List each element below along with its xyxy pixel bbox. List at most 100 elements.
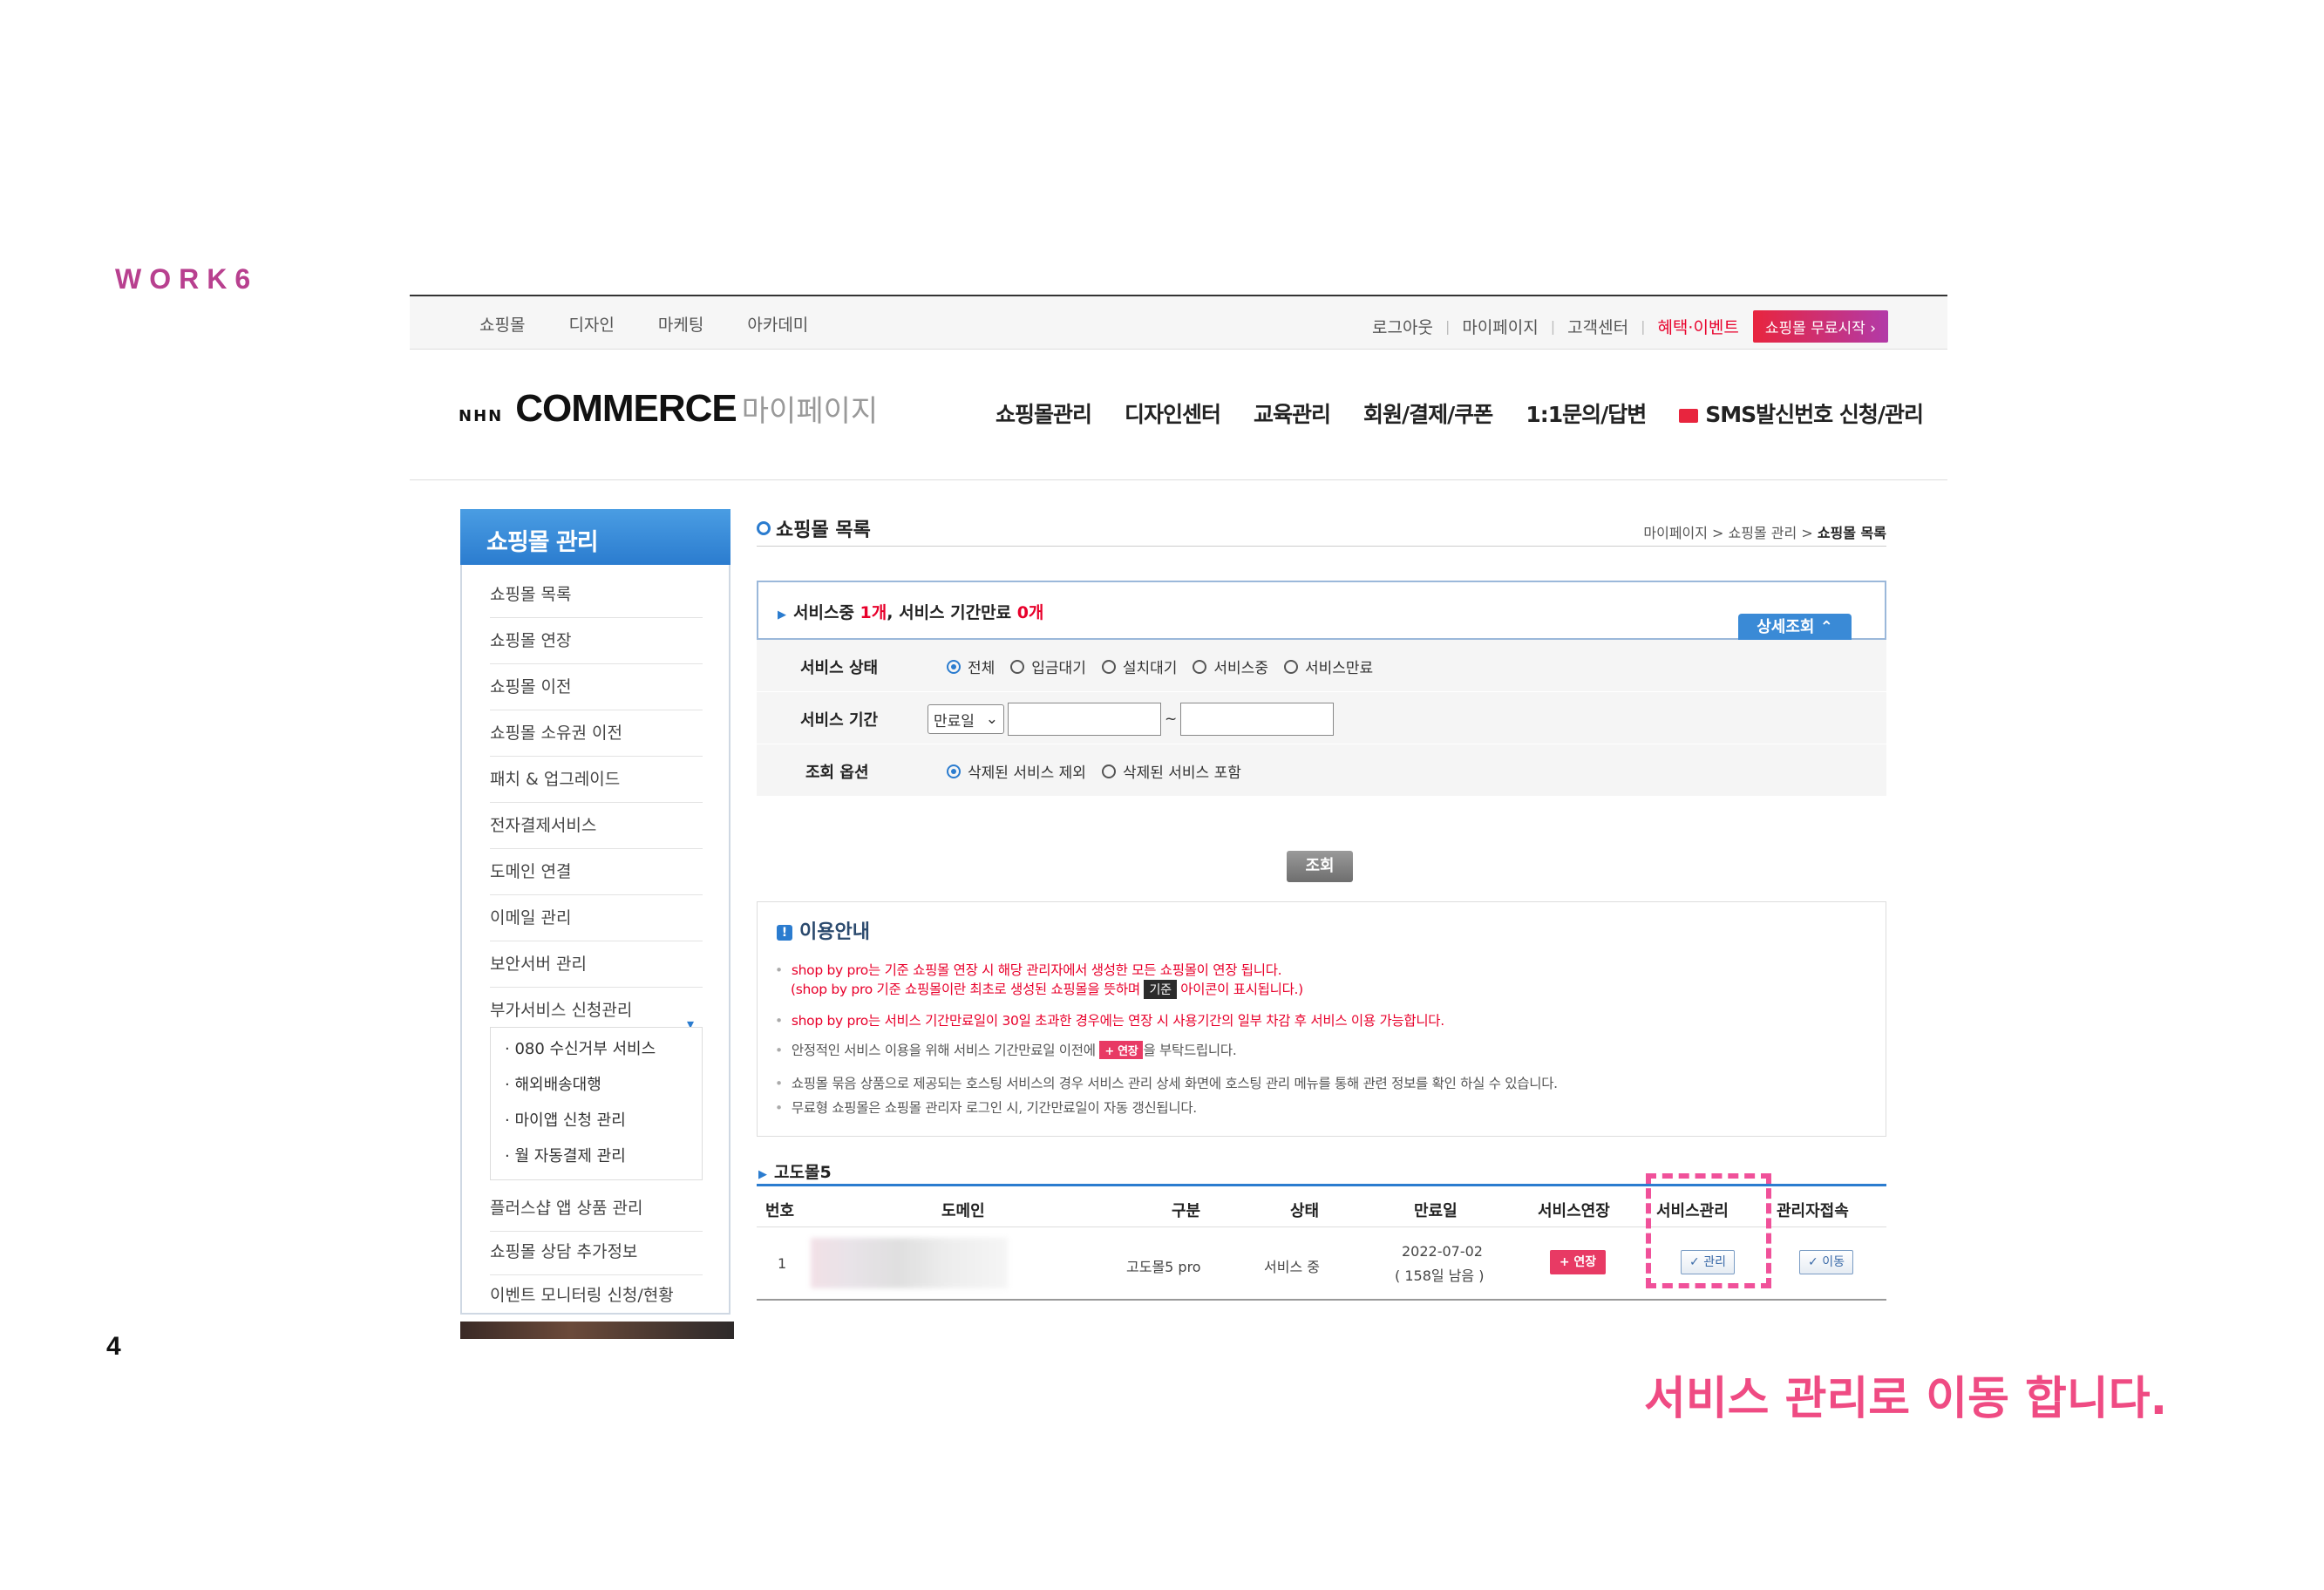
admin-access-button[interactable]: ✓ 이동 xyxy=(1799,1250,1853,1274)
gnb-left-menu: 쇼핑몰 디자인 마케팅 아카데미 xyxy=(479,312,808,336)
sidebar-item-plusshop[interactable]: 플러스샵 앱 상품 관리 xyxy=(490,1186,703,1232)
global-nav-bar: 쇼핑몰 디자인 마케팅 아카데미 로그아웃 | 마이페이지 | 고객센터 | 혜… xyxy=(410,296,1947,350)
logo-commerce: COMMERCE xyxy=(515,387,737,430)
nav-member-payment[interactable]: 회원/결제/쿠폰 xyxy=(1363,398,1493,429)
option-label: 조회 옵션 xyxy=(805,764,869,782)
logo[interactable]: NHN COMMERCE 마이페이지 xyxy=(459,387,878,431)
th-expiry: 만료일 xyxy=(1414,1202,1458,1220)
radio-pending-payment[interactable] xyxy=(1010,659,1025,674)
arrow-right-icon: ▶ xyxy=(758,1168,767,1181)
free-start-button[interactable]: 쇼핑몰 무료시작 › xyxy=(1752,310,1888,343)
summary-label: 서비스중 xyxy=(793,603,860,622)
notice-title-text: 이용안내 xyxy=(799,921,870,943)
th-type: 구분 xyxy=(1172,1202,1201,1220)
period-type-select[interactable]: 만료일 ⌄ xyxy=(928,704,1004,734)
radio-pending-install[interactable] xyxy=(1101,659,1116,674)
th-domain: 도메인 xyxy=(941,1202,985,1220)
sidebar-banner-image[interactable] xyxy=(460,1322,734,1339)
separator: | xyxy=(1550,318,1556,335)
detail-search-toggle-button[interactable]: 상세조회 ⌃ xyxy=(1738,614,1852,642)
submenu-overseas[interactable]: · 해외배송대행 xyxy=(505,1072,601,1095)
nav-shop-manage[interactable]: 쇼핑몰관리 xyxy=(996,398,1092,429)
th-no: 번호 xyxy=(765,1202,795,1220)
arrow-right-icon: ▶ xyxy=(778,608,786,622)
summary-label-2: , 서비스 기간만료 xyxy=(887,603,1017,622)
summary-box: ▶ 서비스중 1개, 서비스 기간만료 0개 상세조회 ⌃ xyxy=(757,581,1886,642)
period-separator: ~ xyxy=(1165,710,1178,728)
logo-nhn: NHN xyxy=(459,407,504,425)
main-nav: 쇼핑몰관리 디자인센터 교육관리 회원/결제/쿠폰 1:1문의/답변 SMS발신… xyxy=(996,398,1924,429)
radio-pending-payment-label: 입금대기 xyxy=(1031,660,1086,677)
notice-line-1b: (shop by pro 기준 쇼핑몰이란 최초로 생성된 쇼핑몰을 뜻하며 기… xyxy=(791,979,1303,999)
form-row-period: 서비스 기간 만료일 ⌄ ~ xyxy=(757,692,1886,744)
sidebar-item-ssl[interactable]: 보안서버 관리 xyxy=(490,941,703,988)
breadcrumb-path[interactable]: 마이페이지 > 쇼핑몰 관리 > xyxy=(1643,525,1817,541)
sidebar-title: 쇼핑몰 관리 xyxy=(460,509,730,565)
radio-all-label: 전체 xyxy=(968,660,996,677)
radio-pending-install-label: 설치대기 xyxy=(1122,660,1178,677)
bullet: • xyxy=(775,962,783,978)
gnb-item-academy[interactable]: 아카데미 xyxy=(747,312,808,336)
notice-title: ! 이용안내 xyxy=(777,916,870,944)
title-bullet-icon xyxy=(757,521,771,535)
title-divider xyxy=(757,546,1886,547)
th-status: 상태 xyxy=(1290,1202,1320,1220)
period-start-input[interactable] xyxy=(1008,703,1161,736)
expired-count: 0개 xyxy=(1016,603,1044,622)
radio-expired-label: 서비스만료 xyxy=(1304,660,1374,677)
search-button[interactable]: 조회 xyxy=(1287,851,1353,882)
notice-line-2-text: shop by pro는 서비스 기간만료일이 30일 초과한 경우에는 연장 … xyxy=(791,1013,1444,1029)
submenu-myapp[interactable]: · 마이앱 신청 관리 xyxy=(505,1108,626,1131)
event-link[interactable]: 혜택·이벤트 xyxy=(1657,315,1738,338)
sidebar-menu: 쇼핑몰 목록 쇼핑몰 연장 쇼핑몰 이전 쇼핑몰 소유권 이전 패치 & 업그레… xyxy=(460,565,730,1315)
renew-button[interactable]: + 연장 xyxy=(1550,1250,1606,1274)
service-manage-highlight xyxy=(1646,1173,1771,1288)
sidebar-item-consult[interactable]: 쇼핑몰 상담 추가정보 xyxy=(490,1229,703,1275)
logout-link[interactable]: 로그아웃 xyxy=(1372,315,1433,338)
nav-design-center[interactable]: 디자인센터 xyxy=(1125,398,1221,429)
page-number: 4 xyxy=(106,1332,121,1361)
sidebar-item-email[interactable]: 이메일 관리 xyxy=(490,895,703,941)
nav-education[interactable]: 교육관리 xyxy=(1254,398,1331,429)
row-expiry: 2022-07-02 xyxy=(1402,1243,1483,1260)
sidebar-item-ownership-transfer[interactable]: 쇼핑몰 소유권 이전 xyxy=(490,710,703,757)
radio-include-deleted[interactable] xyxy=(1101,764,1116,778)
sidebar-item-event-monitor[interactable]: 이벤트 모니터링 신청/현황 xyxy=(490,1273,703,1318)
separator: | xyxy=(1444,318,1451,335)
sidebar-item-shop-move[interactable]: 쇼핑몰 이전 xyxy=(490,664,703,710)
radio-expired[interactable] xyxy=(1283,659,1298,674)
sidebar-item-shop-list[interactable]: 쇼핑몰 목록 xyxy=(490,572,703,618)
submenu-autopay[interactable]: · 월 자동결제 관리 xyxy=(505,1144,626,1166)
gnb-item-design[interactable]: 디자인 xyxy=(568,312,614,336)
chevron-down-icon: ⌄ xyxy=(985,710,998,728)
nav-inquiry[interactable]: 1:1문의/답변 xyxy=(1526,398,1647,429)
sidebar-item-domain[interactable]: 도메인 연결 xyxy=(490,849,703,895)
section-title-text: 고도몰5 xyxy=(774,1163,832,1182)
nav-sms[interactable]: SMS발신번호 신청/관리 xyxy=(1679,398,1924,429)
base-tag: 기준 xyxy=(1144,980,1177,999)
row-remaining: ( 158일 남음 ) xyxy=(1395,1267,1485,1284)
sidebar-item-shop-extend[interactable]: 쇼핑몰 연장 xyxy=(490,618,703,664)
period-end-input[interactable] xyxy=(1180,703,1335,736)
logo-mypage: 마이페이지 xyxy=(741,394,879,429)
gnb-item-marketing[interactable]: 마케팅 xyxy=(658,312,703,336)
row-no: 1 xyxy=(778,1255,787,1272)
notice-line-1b-pre: (shop by pro 기준 쇼핑몰이란 최초로 생성된 쇼핑몰을 뜻하며 xyxy=(791,982,1145,997)
gnb-right-menu: 로그아웃 | 마이페이지 | 고객센터 | 혜택·이벤트 쇼핑몰 무료시작 › xyxy=(1372,310,1888,343)
radio-all[interactable] xyxy=(947,659,961,674)
radio-include-deleted-label: 삭제된 서비스 포함 xyxy=(1122,764,1241,782)
gnb-item-shop[interactable]: 쇼핑몰 xyxy=(479,312,525,336)
radio-exclude-deleted[interactable] xyxy=(947,764,961,778)
active-count: 1개 xyxy=(860,603,887,622)
mypage-link[interactable]: 마이페이지 xyxy=(1462,315,1538,338)
form-row-option: 조회 옵션 삭제된 서비스 제외 삭제된 서비스 포함 xyxy=(757,744,1886,797)
form-row-status: 서비스 상태 전체 입금대기 설치대기 서비스중 서비스만료 xyxy=(757,640,1886,692)
submenu-080[interactable]: · 080 수신거부 서비스 xyxy=(505,1036,656,1059)
support-link[interactable]: 고객센터 xyxy=(1567,315,1628,338)
sidebar-item-patch-upgrade[interactable]: 패치 & 업그레이드 xyxy=(490,757,703,803)
sidebar-item-payment-service[interactable]: 전자결제서비스 xyxy=(490,803,703,849)
slide-caption: 서비스 관리로 이동 합니다. xyxy=(1644,1373,2168,1425)
notice-line-3-post: 을 부탁드립니다. xyxy=(1143,1043,1237,1058)
radio-in-service[interactable] xyxy=(1193,659,1207,674)
bullet: • xyxy=(775,1013,783,1029)
